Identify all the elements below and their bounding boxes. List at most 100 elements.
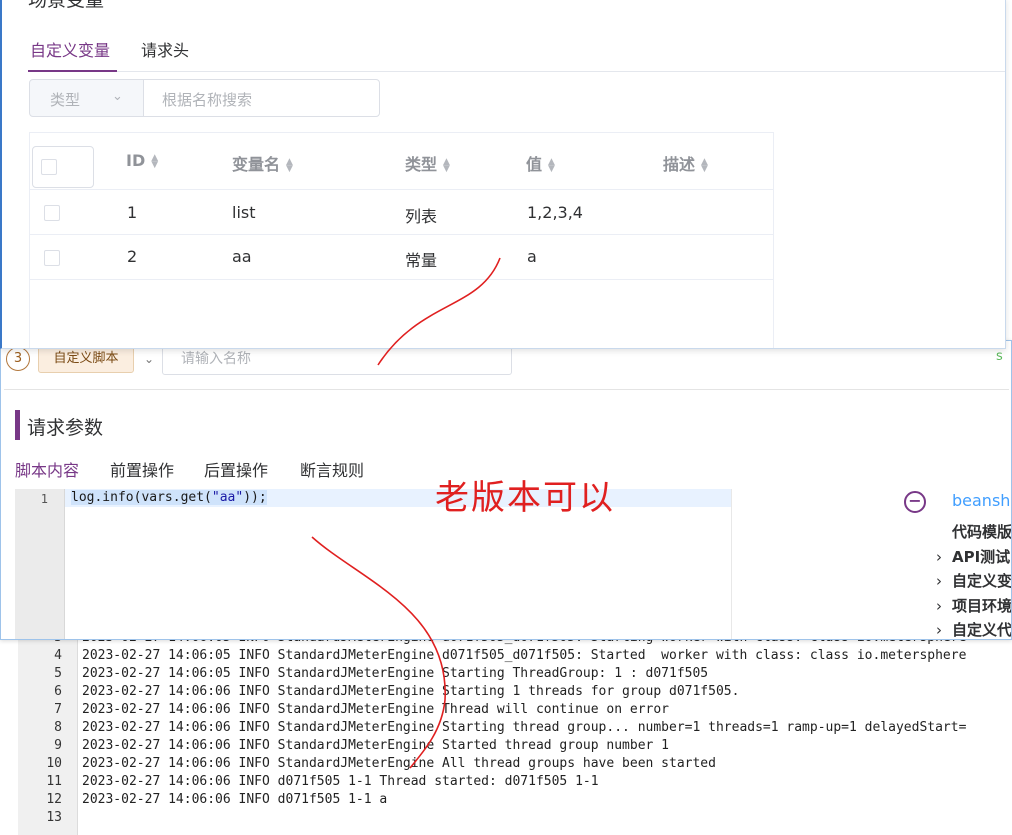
tab-post-processor[interactable]: 后置操作	[204, 457, 268, 481]
log-line-text: 2023-02-27 14:06:06 INFO StandardJMeterE…	[82, 720, 967, 735]
log-line-number: 5	[54, 666, 62, 681]
select-all-checkbox[interactable]	[41, 159, 57, 175]
template-item-label: API测试	[952, 548, 1011, 566]
cell-value: 1,2,3,4	[527, 203, 583, 222]
chevron-down-icon: ⌄	[112, 89, 123, 104]
header-checkbox-cell	[32, 146, 94, 188]
log-line: 7 2023-02-27 14:06:06 INFO StandardJMeter…	[18, 701, 669, 719]
template-item-api-test[interactable]: › API测试	[936, 546, 1010, 567]
section-title: 请求参数	[27, 417, 104, 439]
tab-custom-variables[interactable]: 自定义变量	[30, 37, 110, 61]
sort-icon[interactable]: ▲ ▼	[701, 157, 708, 173]
editor-gutter: 1	[15, 489, 65, 639]
cell-id: 1	[127, 203, 138, 222]
template-item-label: 自定义变量	[952, 572, 1012, 590]
row-checkbox[interactable]	[44, 250, 60, 266]
chevron-right-icon: ›	[936, 597, 942, 615]
row-divider	[30, 234, 773, 235]
template-item-label: 项目环境	[952, 597, 1012, 615]
collapse-icon[interactable]: −	[904, 491, 926, 513]
status-text: s	[996, 349, 1003, 364]
log-line-text: 2023-02-27 14:06:06 INFO StandardJMeterE…	[82, 684, 740, 699]
log-line-number: 7	[54, 702, 62, 717]
sort-icon[interactable]: ▲ ▼	[286, 157, 293, 173]
search-input[interactable]: 根据名称搜索	[143, 79, 380, 117]
variables-table: ID ▲ ▼ 变量名 ▲ ▼ 类型 ▲ ▼ 值 ▲ ▼ 描述 ▲ ▼ 1 list 列表 1,2,3…	[29, 132, 774, 348]
log-line-number: 12	[46, 792, 62, 807]
sort-icon[interactable]: ▲ ▼	[443, 157, 450, 173]
divider	[4, 389, 1009, 390]
chevron-right-icon: ›	[936, 621, 942, 639]
template-item-project-env[interactable]: › 项目环境	[936, 595, 1012, 616]
log-line-text: 2023-02-27 14:06:06 INFO StandardJMeterE…	[82, 702, 669, 717]
tab-script-content[interactable]: 脚本内容	[15, 457, 79, 481]
log-line: 8 2023-02-27 14:06:06 INFO StandardJMeter…	[18, 719, 966, 737]
log-line-text: 2023-02-27 14:06:05 INFO StandardJMeterE…	[82, 666, 709, 681]
template-item-custom-variable[interactable]: › 自定义变量	[936, 570, 1012, 591]
log-line-number: 8	[54, 720, 62, 735]
row-divider	[30, 189, 773, 190]
code-editor[interactable]: 1 log.info(vars.get("aa"));	[15, 489, 897, 639]
chevron-right-icon: ›	[936, 572, 942, 590]
script-type-tag[interactable]: 自定义脚本	[38, 345, 134, 373]
tabs-divider	[28, 71, 1005, 72]
row-divider	[30, 279, 773, 280]
log-line-number: 4	[54, 648, 62, 663]
sort-icon[interactable]: ▲ ▼	[548, 157, 555, 173]
log-line: 6 2023-02-27 14:06:06 INFO StandardJMeter…	[18, 683, 739, 701]
type-filter-placeholder: 类型	[50, 91, 81, 109]
log-line: 12 2023-02-27 14:06:06 INFO d071f505 1-1 …	[18, 791, 387, 809]
log-line: 11 2023-02-27 14:06:06 INFO d071f505 1-1 …	[18, 773, 599, 791]
column-header-label: 描述	[663, 155, 696, 174]
log-line: 5 2023-02-27 14:06:05 INFO StandardJMeter…	[18, 665, 708, 683]
type-filter-select[interactable]: 类型 ⌄	[29, 79, 144, 117]
column-header-label: 值	[526, 155, 543, 174]
tab-request-headers[interactable]: 请求头	[141, 37, 189, 61]
column-header-id[interactable]: ID ▲ ▼	[126, 151, 158, 170]
tab-assertions[interactable]: 断言规则	[300, 457, 364, 481]
row-checkbox[interactable]	[44, 205, 60, 221]
step-index: 3	[6, 347, 30, 371]
column-header-description[interactable]: 描述 ▲ ▼	[663, 151, 708, 175]
log-line-text: 2023-02-27 14:06:05 INFO StandardJMeterE…	[82, 648, 967, 663]
tab-pre-processor[interactable]: 前置操作	[110, 457, 174, 481]
template-panel: − beanshell 代码模版 › API测试 › 自定义变量 › 项目环境 › 自定…	[731, 489, 1012, 639]
cell-value: a	[527, 247, 537, 266]
log-line-text: 2023-02-27 14:06:06 INFO StandardJMeterE…	[82, 756, 716, 771]
chevron-right-icon: ›	[936, 548, 942, 566]
sort-icon[interactable]: ▲ ▼	[151, 153, 158, 169]
log-line-number: 13	[46, 810, 62, 825]
column-header-label: ID	[126, 151, 146, 170]
script-language-link[interactable]: beanshell	[952, 491, 1011, 510]
template-item-label: 自定义代码片段	[952, 621, 1012, 639]
code-line[interactable]: log.info(vars.get("aa"));	[71, 490, 267, 505]
cell-name: aa	[232, 247, 252, 266]
code-prefix: log.info(vars.get(	[71, 490, 212, 505]
log-line-text: 2023-02-27 14:06:06 INFO d071f505 1-1 Th…	[82, 774, 599, 789]
cell-id: 2	[127, 247, 138, 266]
log-line-number: 9	[54, 738, 62, 753]
log-line-text: 2023-02-27 14:06:06 INFO d071f505 1-1 a	[82, 792, 388, 807]
template-item-custom-snippet[interactable]: › 自定义代码片段	[936, 619, 1012, 639]
section-accent-bar	[15, 410, 20, 440]
column-header-name[interactable]: 变量名 ▲ ▼	[232, 151, 293, 175]
cell-type: 列表	[405, 207, 438, 226]
column-header-label: 变量名	[232, 155, 281, 174]
line-number: 1	[40, 492, 48, 506]
dialog-title: 场景变量	[28, 0, 105, 11]
cell-type: 常量	[405, 251, 438, 270]
template-title: 代码模版	[952, 523, 1012, 541]
column-header-type[interactable]: 类型 ▲ ▼	[405, 151, 450, 175]
search-placeholder: 根据名称搜索	[162, 91, 253, 109]
log-line-number: 6	[54, 684, 62, 699]
log-line: 4 2023-02-27 14:06:05 INFO StandardJMeter…	[18, 647, 966, 665]
annotation-text: 老版本可以	[435, 478, 615, 518]
log-line: 13	[18, 809, 82, 827]
code-string: "aa"	[211, 490, 244, 505]
column-header-value[interactable]: 值 ▲ ▼	[526, 151, 555, 175]
cell-name: list	[232, 203, 256, 222]
log-line-number: 11	[46, 774, 62, 789]
log-line-text: 2023-02-27 14:06:06 INFO StandardJMeterE…	[82, 738, 669, 753]
column-header-label: 类型	[405, 155, 438, 174]
chevron-down-icon[interactable]: ⌄	[139, 349, 159, 369]
